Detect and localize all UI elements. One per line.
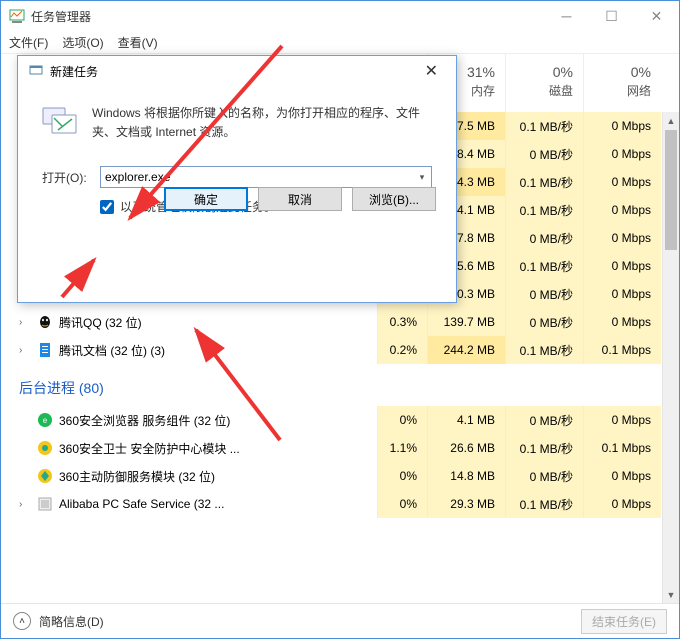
cell-network: 0.1 Mbps [583, 336, 661, 364]
app-icon [9, 8, 25, 24]
dialog-title: 新建任务 [50, 63, 98, 80]
cell-disk: 0 MB/秒 [505, 224, 583, 252]
cell-disk: 0.1 MB/秒 [505, 196, 583, 224]
cell-network: 0 Mbps [583, 280, 661, 308]
cell-cpu: 1.1% [377, 434, 427, 462]
cell-network: 0 Mbps [583, 168, 661, 196]
browse-button[interactable]: 浏览(B)... [352, 187, 436, 211]
cell-memory: 29.3 MB [427, 490, 505, 518]
app-icon [37, 342, 53, 358]
dialog-icon [28, 63, 44, 79]
process-name: 360安全卫士 安全防护中心模块 ... [59, 440, 240, 457]
menu-view[interactable]: 查看(V) [118, 34, 158, 51]
cell-network: 0 Mbps [583, 462, 661, 490]
cell-memory: 139.7 MB [427, 308, 505, 336]
end-task-button[interactable]: 结束任务(E) [581, 609, 667, 634]
process-row[interactable]: › 腾讯QQ (32 位) 0.3%139.7 MB0 MB/秒0 Mbps [1, 308, 661, 336]
process-row[interactable]: e 360安全浏览器 服务组件 (32 位) 0%4.1 MB0 MB/秒0 Mbp… [1, 406, 661, 434]
process-name: Alibaba PC Safe Service (32 ... [59, 497, 224, 511]
svg-text:e: e [43, 416, 48, 425]
open-label: 打开(O): [42, 169, 92, 186]
cell-memory: 26.6 MB [427, 434, 505, 462]
process-row[interactable]: 360主动防御服务模块 (32 位) 0%14.8 MB0 MB/秒0 Mbps [1, 462, 661, 490]
maximize-button[interactable]: ☐ [589, 2, 634, 31]
cell-disk: 0 MB/秒 [505, 406, 583, 434]
app-icon [37, 314, 53, 330]
window-titlebar: 任务管理器 ─ ☐ ✕ [1, 1, 679, 31]
process-name: 腾讯QQ (32 位) [59, 314, 142, 331]
cell-cpu: 0.2% [377, 336, 427, 364]
col-network[interactable]: 0%网络 [583, 54, 661, 112]
cell-network: 0 Mbps [583, 490, 661, 518]
dialog-description: Windows 将根据你所键入的名称，为你打开相应的程序、文件夹、文档或 Int… [92, 104, 432, 142]
process-name: 360安全浏览器 服务组件 (32 位) [59, 412, 230, 429]
cell-disk: 0.1 MB/秒 [505, 252, 583, 280]
minimize-button[interactable]: ─ [544, 2, 589, 31]
combo-dropdown-icon[interactable]: ▾ [414, 168, 430, 186]
admin-checkbox[interactable] [100, 200, 114, 214]
column-headers: 31%内存 0%磁盘 0%网络 [427, 54, 661, 112]
cell-network: 0 Mbps [583, 308, 661, 336]
bg-section-header: 后台进程 (80) [1, 364, 661, 406]
cell-disk: 0 MB/秒 [505, 308, 583, 336]
cell-network: 0 Mbps [583, 406, 661, 434]
cell-disk: 0.1 MB/秒 [505, 336, 583, 364]
app-icon [37, 496, 53, 512]
fewer-details-icon[interactable]: ˄ [13, 612, 31, 630]
cell-memory: 4.1 MB [427, 406, 505, 434]
cell-network: 0 Mbps [583, 224, 661, 252]
cell-disk: 0.1 MB/秒 [505, 434, 583, 462]
scroll-thumb[interactable] [665, 130, 677, 250]
run-dialog: 新建任务 ✕ Windows 将根据你所键入的名称，为你打开相应的程序、文件夹、… [17, 55, 457, 303]
scroll-up-icon[interactable]: ▲ [663, 112, 679, 129]
cell-cpu: 0.3% [377, 308, 427, 336]
col-disk[interactable]: 0%磁盘 [505, 54, 583, 112]
vertical-scrollbar[interactable]: ▲ ▼ [662, 112, 679, 603]
expand-icon[interactable]: › [19, 499, 31, 510]
process-row[interactable]: › 腾讯文档 (32 位) (3) 0.2%244.2 MB0.1 MB/秒0.1 … [1, 336, 661, 364]
app-icon: e [37, 412, 53, 428]
process-name: 360主动防御服务模块 (32 位) [59, 468, 215, 485]
app-icon [37, 440, 53, 456]
cell-disk: 0 MB/秒 [505, 462, 583, 490]
window-title: 任务管理器 [31, 8, 91, 25]
process-row[interactable]: 360安全卫士 安全防护中心模块 ... 1.1%26.6 MB0.1 MB/秒0… [1, 434, 661, 462]
cell-disk: 0 MB/秒 [505, 280, 583, 308]
cell-network: 0 Mbps [583, 252, 661, 280]
cell-disk: 0.1 MB/秒 [505, 112, 583, 140]
cell-disk: 0.1 MB/秒 [505, 168, 583, 196]
expand-icon[interactable]: › [19, 317, 31, 328]
cell-cpu: 0% [377, 462, 427, 490]
cell-network: 0 Mbps [583, 140, 661, 168]
process-name: 腾讯文档 (32 位) (3) [59, 342, 165, 359]
cell-memory: 14.8 MB [427, 462, 505, 490]
cell-cpu: 0% [377, 406, 427, 434]
command-input[interactable] [100, 166, 432, 188]
close-button[interactable]: ✕ [634, 2, 679, 31]
cancel-button[interactable]: 取消 [258, 187, 342, 211]
cell-disk: 0.1 MB/秒 [505, 490, 583, 518]
statusbar: ˄ 简略信息(D) 结束任务(E) [1, 604, 679, 638]
cell-cpu: 0% [377, 490, 427, 518]
scroll-down-icon[interactable]: ▼ [663, 586, 679, 603]
menu-options[interactable]: 选项(O) [62, 34, 103, 51]
cell-network: 0.1 Mbps [583, 434, 661, 462]
app-icon [37, 468, 53, 484]
menu-file[interactable]: 文件(F) [9, 34, 48, 51]
cell-disk: 0 MB/秒 [505, 140, 583, 168]
fewer-details-label[interactable]: 简略信息(D) [39, 613, 104, 630]
dialog-close-button[interactable]: ✕ [417, 59, 446, 83]
process-row[interactable]: › Alibaba PC Safe Service (32 ... 0%29.3 M… [1, 490, 661, 518]
cell-network: 0 Mbps [583, 196, 661, 224]
expand-icon[interactable]: › [19, 345, 31, 356]
ok-button[interactable]: 确定 [164, 187, 248, 211]
menubar: 文件(F) 选项(O) 查看(V) [1, 31, 679, 53]
run-icon [42, 104, 78, 136]
cell-network: 0 Mbps [583, 112, 661, 140]
cell-memory: 244.2 MB [427, 336, 505, 364]
